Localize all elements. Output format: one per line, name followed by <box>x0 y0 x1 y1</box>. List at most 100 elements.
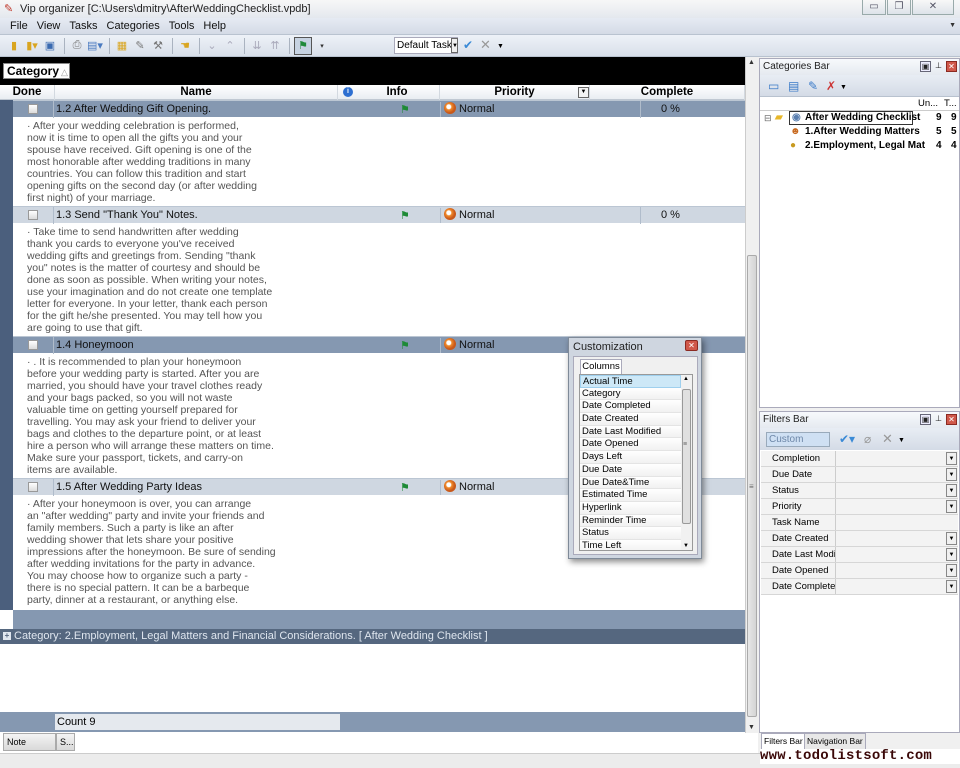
edit-category-icon[interactable]: ✎ <box>808 79 818 93</box>
scroll-down-icon[interactable]: ▼ <box>748 724 755 731</box>
filter-value[interactable] <box>835 547 946 562</box>
done-checkbox[interactable] <box>28 340 38 350</box>
panel-close-icon[interactable]: ✕ <box>946 414 957 425</box>
filter-row-status[interactable]: Status ▼ <box>761 483 958 499</box>
properties-icon[interactable]: ⚒ <box>150 38 166 54</box>
menu-view[interactable]: View <box>37 20 61 32</box>
dropdown-icon[interactable]: ▼ <box>946 580 957 593</box>
scroll-up-icon[interactable]: ▲ <box>748 59 755 66</box>
dropdown-icon[interactable]: ▼ <box>946 564 957 577</box>
filter-row-due-date[interactable]: Due Date ▼ <box>761 467 958 483</box>
scrollbar-thumb[interactable] <box>682 389 691 524</box>
group-chip-category[interactable]: Category △ <box>3 63 70 79</box>
filter-row-date-completed[interactable]: Date Completed ▼ <box>761 579 958 595</box>
filter-value[interactable] <box>835 515 946 530</box>
new-task-icon[interactable]: ▦ <box>114 38 130 54</box>
tab-s[interactable]: S... <box>56 733 75 751</box>
menu-file[interactable]: File <box>10 20 28 32</box>
task-name[interactable]: 1.3 Send "Thank You" Notes. <box>53 207 343 224</box>
edit-task-icon[interactable]: ✎ <box>132 38 148 54</box>
filter-value[interactable] <box>835 563 946 578</box>
apply-filter-icon[interactable]: ✔▾ <box>839 432 855 446</box>
column-item[interactable]: Date Opened <box>580 438 681 452</box>
dropdown-icon[interactable]: ▼ <box>946 548 957 561</box>
column-item[interactable]: Estimated Time <box>580 489 681 502</box>
task-name[interactable]: 1.2 After Wedding Gift Opening. <box>53 101 343 118</box>
minimize-button[interactable]: ▭ <box>862 0 886 15</box>
column-item[interactable]: Category <box>580 387 681 401</box>
restore-button[interactable]: ❐ <box>887 0 911 15</box>
print-preview-icon[interactable]: ▤▾ <box>87 38 103 54</box>
dropdown-icon[interactable]: ▼ <box>946 484 957 497</box>
menu-tasks[interactable]: Tasks <box>69 20 97 32</box>
priority-filter-dropdown-icon[interactable]: ▼ <box>578 87 589 98</box>
filter-row-priority[interactable]: Priority ▼ <box>761 499 958 515</box>
column-item[interactable]: Due Date&Time <box>580 476 681 490</box>
task-priority[interactable]: Normal <box>440 102 640 117</box>
move-up-icon[interactable]: ⌃ <box>222 38 238 54</box>
move-down-icon[interactable]: ⌄ <box>204 38 220 54</box>
column-header-info[interactable]: Info <box>355 85 440 100</box>
grid-vertical-scrollbar[interactable]: ▲ ≡ ▼ <box>745 57 758 733</box>
menu-help[interactable]: Help <box>203 20 226 32</box>
eraser-icon[interactable]: ⌀ <box>864 432 871 446</box>
column-header-total[interactable]: T... <box>944 98 957 109</box>
delete-filter-icon[interactable]: ✕ <box>882 431 893 447</box>
filter-value[interactable] <box>835 483 946 498</box>
dropdown-icon[interactable]: ▼ <box>946 452 957 465</box>
column-header-done[interactable]: Done <box>0 85 55 100</box>
toolbar-more-icon[interactable]: ▼ <box>898 437 905 444</box>
dropdown-icon[interactable]: ▼ <box>946 468 957 481</box>
column-item[interactable]: Hyperlink <box>580 501 681 515</box>
toolbar-more-icon[interactable]: ▼ <box>840 84 847 91</box>
filter-value[interactable] <box>835 499 946 514</box>
close-button[interactable]: ✕ <box>912 0 954 15</box>
filter-value[interactable] <box>835 451 946 466</box>
dialog-close-button[interactable]: ✕ <box>685 340 698 351</box>
column-item[interactable]: Actual Time <box>580 375 681 388</box>
panel-float-icon[interactable]: ▣ <box>920 414 931 425</box>
tree-node[interactable]: ⊟ ▰ ◉ After Wedding Checklist 9 9 <box>760 111 959 125</box>
column-item[interactable]: Reminder Time <box>580 514 681 528</box>
dropdown-icon[interactable]: ▼ <box>946 500 957 513</box>
column-header-uncompleted[interactable]: Un... <box>918 98 938 109</box>
task-priority[interactable]: Normal <box>440 208 640 223</box>
toolbar-more-icon[interactable]: ▾ <box>314 38 330 54</box>
column-item[interactable]: Status <box>580 527 681 540</box>
tab-columns[interactable]: Columns <box>580 359 622 374</box>
new-category-icon[interactable]: ▭ <box>768 79 779 93</box>
scroll-up-icon[interactable]: ▲ <box>683 376 689 382</box>
flag-view-icon[interactable]: ⚑ <box>294 36 312 55</box>
column-header-name[interactable]: Name <box>55 85 338 100</box>
tab-note[interactable]: Note <box>3 733 56 751</box>
task-name[interactable]: 1.4 Honeymoon <box>53 337 343 354</box>
column-item[interactable]: Date Completed <box>580 400 681 414</box>
column-header-priority[interactable]: Priority <box>440 85 590 100</box>
delete-category-icon[interactable]: ✗ <box>826 79 836 93</box>
done-checkbox[interactable] <box>28 210 38 220</box>
filter-row-date-last-modified[interactable]: Date Last Modifie ▼ <box>761 547 958 563</box>
menu-categories[interactable]: Categories <box>107 20 160 32</box>
move-bottom-icon[interactable]: ⇊ <box>249 38 265 54</box>
filter-value[interactable] <box>835 579 946 594</box>
panel-float-icon[interactable]: ▣ <box>920 61 931 72</box>
filter-row-completion[interactable]: Completion ▼ <box>761 451 958 467</box>
new-db-icon[interactable]: ▮ <box>6 38 22 54</box>
scroll-down-icon[interactable]: ▼ <box>683 543 689 549</box>
save-db-icon[interactable]: ▣ <box>42 38 58 54</box>
category-group-row[interactable]: + Category: 2.Employment, Legal Matters … <box>0 629 745 644</box>
collapse-icon[interactable]: ⊟ <box>764 111 772 125</box>
dropdown-icon[interactable]: ▼ <box>946 532 957 545</box>
filter-row-date-opened[interactable]: Date Opened ▼ <box>761 563 958 579</box>
filter-preset-select[interactable]: Custom <box>766 432 830 447</box>
panel-close-icon[interactable]: ✕ <box>946 61 957 72</box>
done-checkbox[interactable] <box>28 482 38 492</box>
column-item[interactable]: Date Created <box>580 413 681 426</box>
menu-overflow-icon[interactable]: ▼ <box>949 22 956 29</box>
filter-row-date-created[interactable]: Date Created ▼ <box>761 531 958 547</box>
column-item[interactable]: Days Left <box>580 451 681 464</box>
column-item[interactable]: Due Date <box>580 463 681 477</box>
expand-icon[interactable]: + <box>3 632 11 640</box>
view-toolbar-more-icon[interactable]: ▼ <box>497 43 504 50</box>
column-header-complete[interactable]: Complete <box>590 85 745 100</box>
